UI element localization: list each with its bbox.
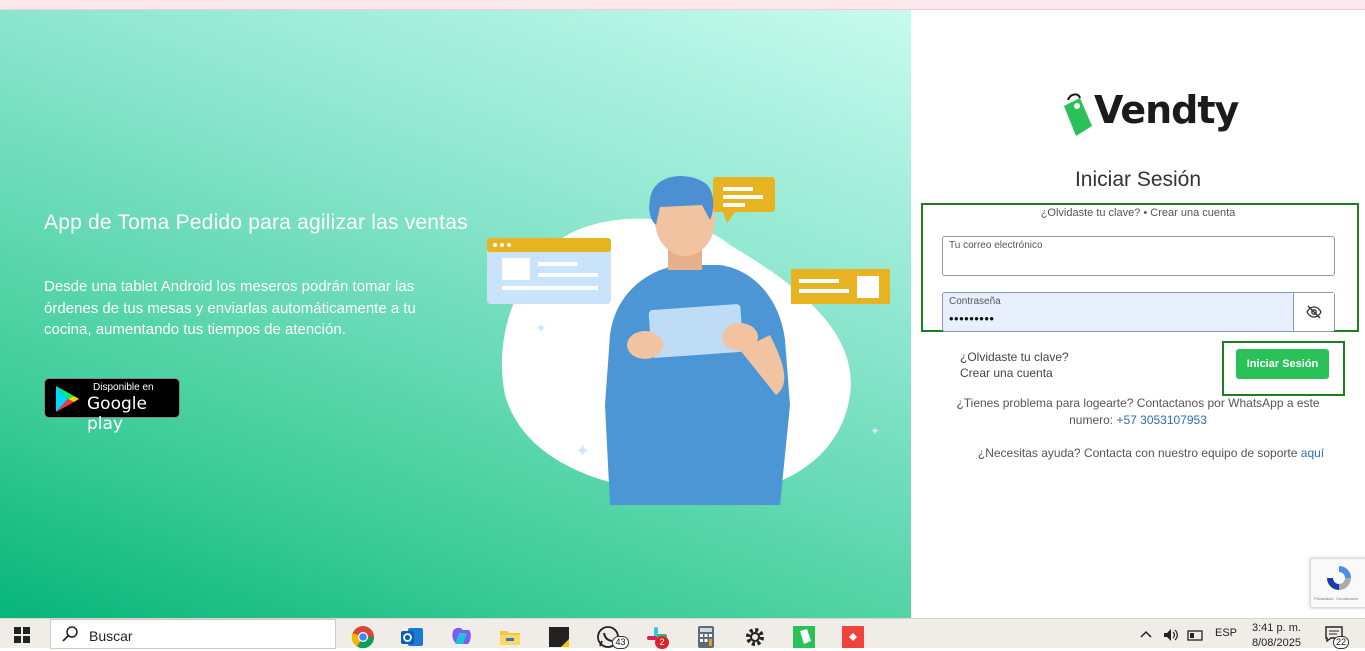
email-field[interactable]: Tu correo electrónico bbox=[942, 236, 1335, 276]
password-field[interactable]: Contraseña ••••••••• bbox=[942, 292, 1335, 332]
support-link[interactable]: aquí bbox=[1301, 446, 1324, 460]
file-explorer-icon[interactable] bbox=[498, 625, 522, 649]
shopping-tag-icon bbox=[1064, 93, 1092, 136]
sticky-app-icon[interactable] bbox=[547, 625, 571, 649]
google-play-icon bbox=[56, 386, 79, 412]
email-label: Tu correo electrónico bbox=[949, 240, 1043, 251]
chrome-icon[interactable] bbox=[351, 625, 375, 649]
svg-text:✦: ✦ bbox=[870, 424, 880, 438]
search-placeholder: Buscar bbox=[89, 628, 133, 644]
top-account-links[interactable]: ¿Olvidaste tu clave? • Crear una cuenta bbox=[911, 207, 1365, 219]
phone-link[interactable]: +57 3053107953 bbox=[1116, 413, 1206, 427]
recaptcha-badge[interactable]: Privacidad - Condiciones bbox=[1310, 558, 1365, 608]
recaptcha-terms[interactable]: Privacidad - Condiciones bbox=[1314, 596, 1358, 601]
search-icon bbox=[62, 626, 78, 642]
calculator-icon[interactable] bbox=[694, 625, 718, 649]
windows-taskbar: Buscar 43 2 ESP 3:41 p. m. 8/08/2025 22 bbox=[0, 618, 1365, 651]
network-icon[interactable] bbox=[1187, 629, 1203, 641]
volume-icon[interactable] bbox=[1163, 628, 1179, 642]
password-label: Contraseña bbox=[949, 296, 1001, 307]
settings-gear-icon[interactable] bbox=[743, 625, 767, 649]
svg-text:✦: ✦ bbox=[535, 320, 547, 336]
recaptcha-icon bbox=[1327, 566, 1351, 590]
svg-text:✦: ✦ bbox=[575, 441, 590, 461]
brand-name: Vendty bbox=[1094, 88, 1239, 132]
login-title: Iniciar Sesión bbox=[1074, 168, 1202, 191]
help-text-line: ¿Necesitas ayuda? Contacta con nuestro e… bbox=[911, 446, 1365, 460]
login-button[interactable]: Iniciar Sesión bbox=[1236, 349, 1329, 379]
toggle-password-button[interactable] bbox=[1293, 293, 1334, 331]
hero-panel: App de Toma Pedido para agilizar las ven… bbox=[0, 10, 911, 618]
account-links: ¿Olvidaste tu clave? Crear una cuenta bbox=[960, 349, 1069, 381]
outlook-icon[interactable] bbox=[400, 625, 424, 649]
vendty-app-icon[interactable] bbox=[792, 625, 816, 649]
badge-small-text: Disponible en bbox=[93, 382, 154, 393]
anydesk-icon[interactable] bbox=[841, 625, 865, 649]
badge-big-text: Google play bbox=[87, 394, 147, 434]
whatsapp-badge: 43 bbox=[612, 636, 629, 649]
hero-description: Desde una tablet Android los meseros pod… bbox=[44, 278, 416, 338]
chevron-up-icon[interactable] bbox=[1140, 630, 1152, 638]
taskbar-search[interactable]: Buscar bbox=[50, 619, 336, 649]
windows-start-icon[interactable] bbox=[14, 627, 30, 643]
create-account-link[interactable]: Crear una cuenta bbox=[960, 365, 1069, 381]
eye-slash-icon bbox=[1306, 305, 1322, 319]
hero-title: App de Toma Pedido para agilizar las ven… bbox=[44, 211, 468, 234]
m365-copilot-icon[interactable] bbox=[449, 625, 473, 649]
notification-count-badge: 22 bbox=[1333, 636, 1349, 649]
login-panel: Vendty Iniciar Sesión ¿Olvidaste tu clav… bbox=[911, 10, 1365, 618]
language-indicator[interactable]: ESP bbox=[1215, 627, 1237, 639]
help-text: ¿Necesitas ayuda? Contacta con nuestro e… bbox=[977, 446, 1298, 460]
slack-badge: 2 bbox=[655, 636, 669, 649]
clock-date: 8/08/2025 bbox=[1252, 637, 1301, 649]
password-value: ••••••••• bbox=[949, 311, 995, 326]
clock-time: 3:41 p. m. bbox=[1252, 622, 1301, 634]
browser-top-strip bbox=[0, 0, 1365, 10]
google-play-badge[interactable]: Disponible en Google play bbox=[44, 378, 180, 434]
support-whatsapp-text: ¿Tienes problema para logearte? Contacta… bbox=[936, 395, 1340, 429]
waiter-illustration: ✦ ✦ ✦ bbox=[487, 176, 890, 505]
system-clock[interactable]: 3:41 p. m. 8/08/2025 bbox=[1252, 621, 1301, 651]
forgot-password-link[interactable]: ¿Olvidaste tu clave? bbox=[960, 349, 1069, 365]
